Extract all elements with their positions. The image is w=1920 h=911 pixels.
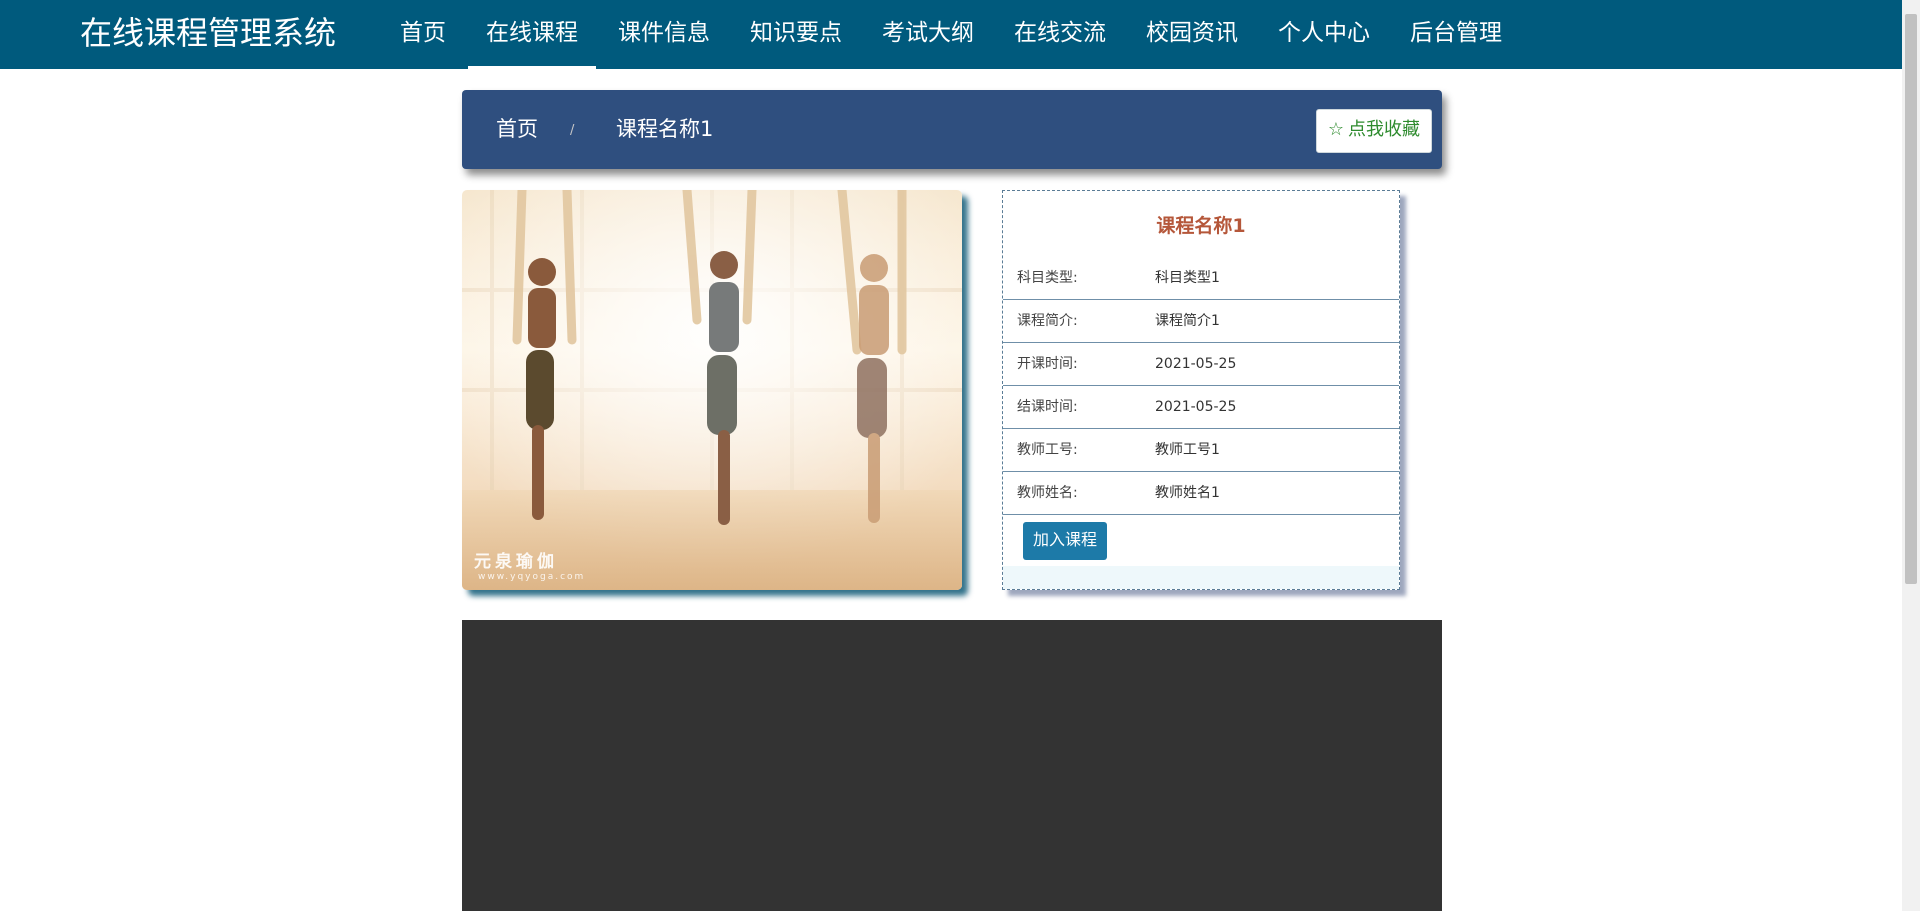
page-scrollbar[interactable] — [1902, 0, 1920, 911]
info-row-teacher-name: 教师姓名: 教师姓名1 — [1003, 472, 1399, 515]
course-photo-illustration — [462, 190, 962, 590]
info-label: 开课时间: — [1017, 356, 1078, 372]
info-value: 教师姓名1 — [1155, 485, 1220, 501]
info-value: 2021-05-25 — [1155, 356, 1237, 372]
info-row-end-date: 结课时间: 2021-05-25 — [1003, 386, 1399, 429]
nav-item-courseware[interactable]: 课件信息 — [600, 0, 728, 69]
info-value: 课程简介1 — [1155, 313, 1220, 329]
course-image: 元泉瑜伽 www.yqyoga.com — [462, 190, 962, 590]
info-label: 教师姓名: — [1017, 485, 1078, 501]
info-row-start-date: 开课时间: 2021-05-25 — [1003, 343, 1399, 386]
breadcrumb-current: 课程名称1 — [616, 117, 714, 141]
info-label: 教师工号: — [1017, 442, 1078, 458]
nav-item-home[interactable]: 首页 — [382, 0, 464, 69]
favorite-button-label: 点我收藏 — [1348, 119, 1420, 140]
panel-footer — [1003, 566, 1399, 589]
nav-item-personal-center[interactable]: 个人中心 — [1260, 0, 1388, 69]
nav-item-knowledge-points[interactable]: 知识要点 — [732, 0, 860, 69]
join-course-button[interactable]: 加入课程 — [1023, 522, 1108, 560]
nav-item-campus-news[interactable]: 校园资讯 — [1128, 0, 1256, 69]
nav-item-exam-syllabus[interactable]: 考试大纲 — [864, 0, 992, 69]
video-player-area[interactable] — [462, 620, 1442, 911]
info-row-subject-type: 科目类型: 科目类型1 — [1003, 257, 1399, 300]
info-row-course-intro: 课程简介: 课程简介1 — [1003, 300, 1399, 343]
favorite-button[interactable]: ☆ 点我收藏 — [1315, 109, 1432, 153]
breadcrumb: 首页 / 课程名称1 ☆ 点我收藏 — [462, 90, 1442, 169]
main-nav: 首页 在线课程 课件信息 知识要点 考试大纲 在线交流 校园资讯 个人中心 后台… — [382, 0, 1524, 69]
info-label: 课程简介: — [1017, 313, 1078, 329]
site-title[interactable]: 在线课程管理系统 — [80, 0, 336, 69]
nav-item-online-forum[interactable]: 在线交流 — [996, 0, 1124, 69]
info-value: 科目类型1 — [1155, 270, 1220, 286]
scrollbar-thumb[interactable] — [1905, 14, 1917, 584]
nav-item-admin[interactable]: 后台管理 — [1392, 0, 1520, 69]
breadcrumb-home-link[interactable]: 首页 — [496, 90, 538, 169]
breadcrumb-separator: / — [570, 123, 575, 138]
info-value: 教师工号1 — [1155, 442, 1220, 458]
star-outline-icon: ☆ — [1327, 119, 1344, 140]
image-watermark-url: www.yqyoga.com — [478, 572, 586, 582]
course-info-panel: 课程名称1 科目类型: 科目类型1 课程简介: 课程简介1 开课时间: 2021… — [1002, 190, 1400, 590]
info-value: 2021-05-25 — [1155, 399, 1237, 415]
info-label: 结课时间: — [1017, 399, 1078, 415]
course-title: 课程名称1 — [1156, 215, 1246, 237]
nav-item-online-courses[interactable]: 在线课程 — [468, 0, 596, 69]
info-label: 科目类型: — [1017, 270, 1078, 286]
image-watermark: 元泉瑜伽 — [474, 552, 558, 572]
top-navbar: 在线课程管理系统 首页 在线课程 课件信息 知识要点 考试大纲 在线交流 校园资… — [0, 0, 1902, 69]
info-row-teacher-id: 教师工号: 教师工号1 — [1003, 429, 1399, 472]
